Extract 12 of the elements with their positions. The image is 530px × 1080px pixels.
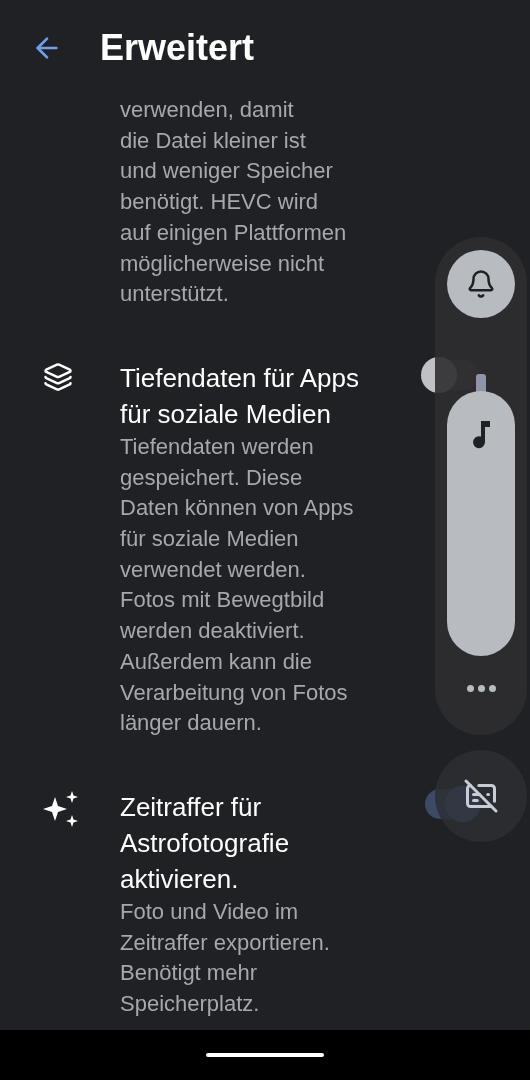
ringer-button[interactable] bbox=[447, 250, 515, 318]
setting-description: verwenden, damit die Datei kleiner ist und weniger Speicher benötigt. HEVC wird auf einigen Plattformen möglicherweise nicht unterstützt. bbox=[120, 96, 348, 309]
page-title: Erweitert bbox=[100, 29, 255, 66]
setting-description: Tiefendaten werden gespeichert. Diese Daten können von Apps für soziale Medien verwendet werden. Fotos mit Bewegtbild werden deaktiviert. Außerdem kann die Verarbeitung von Fotos länger dauern. bbox=[120, 432, 355, 738]
setting-description: Foto und Video im Zeitraffer exportieren. Benötigt mehr Speicherplatz. bbox=[120, 897, 331, 1019]
volume-slider[interactable] bbox=[447, 374, 515, 656]
layers-icon bbox=[43, 361, 73, 392]
setting-title: Tiefendaten für Apps für soziale Medien bbox=[120, 361, 360, 431]
music-note-icon bbox=[471, 421, 491, 449]
bell-icon bbox=[466, 269, 496, 299]
captions-off-icon bbox=[463, 778, 499, 814]
setting-title: Zeitraffer für Astrofotografie aktivieren. bbox=[120, 790, 291, 896]
